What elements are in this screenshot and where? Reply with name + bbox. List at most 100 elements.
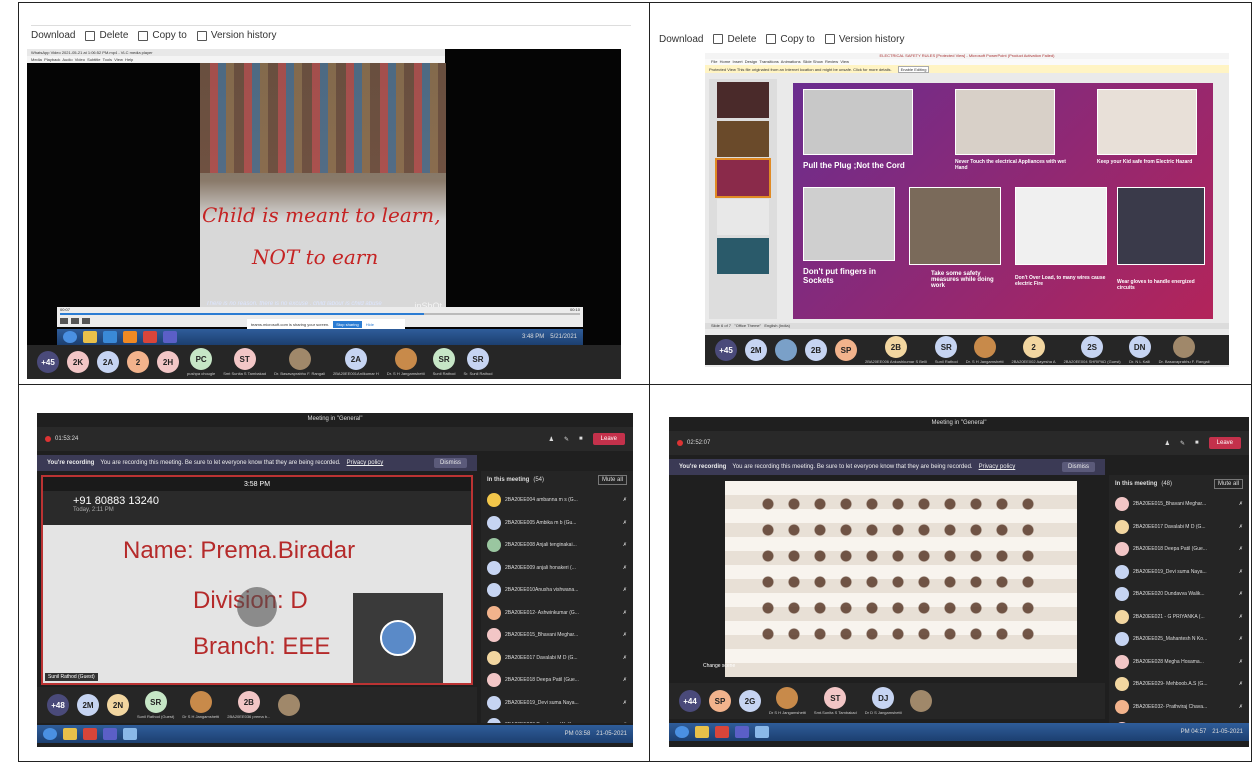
start-icon[interactable]: [675, 726, 689, 738]
participant-tile[interactable]: 2A 2BA20EE001Anilkumar H: [333, 348, 379, 376]
version-history-button[interactable]: Version history: [824, 34, 904, 45]
camera-icon[interactable]: ■: [1195, 440, 1199, 446]
participant-tile[interactable]: Dr. Basavaprabhu F. Rangali: [274, 348, 325, 376]
participant-tile[interactable]: DN Dr. N L Kalli: [1128, 336, 1151, 364]
participant-tile[interactable]: SP: [709, 690, 731, 712]
participant-row[interactable]: 2BA20EE015_Bhavani Meghar... ✗: [481, 624, 633, 647]
stop-button[interactable]: [71, 318, 79, 324]
mic-muted-icon[interactable]: ✗: [1239, 659, 1243, 665]
seek-bar[interactable]: [60, 313, 580, 315]
participant-tile[interactable]: Dr. S H Jangamshetti: [966, 336, 1004, 364]
participant-tile[interactable]: ST Smt Sunita S Tambakad: [223, 348, 266, 376]
dismiss-button[interactable]: Dismiss: [1062, 462, 1095, 472]
participant-row[interactable]: 2BA20EE021 - G PRIYANKA (... ✗: [1109, 606, 1249, 629]
mic-muted-icon[interactable]: ✗: [623, 655, 627, 661]
participant-tile[interactable]: 2: [127, 351, 149, 373]
next-button[interactable]: [82, 318, 90, 324]
enable-editing-button[interactable]: Enable Editing: [897, 65, 930, 73]
ie-icon[interactable]: [103, 331, 117, 343]
participant-tile[interactable]: 2B: [805, 339, 827, 361]
download-button[interactable]: Download: [31, 30, 75, 41]
participant-tile[interactable]: 2M: [745, 339, 767, 361]
vlc-menu[interactable]: Media Playback Audio Video Subtitle Tool…: [27, 56, 445, 63]
participant-tile[interactable]: +48: [47, 694, 69, 716]
copy-to-button[interactable]: Copy to: [766, 34, 815, 45]
chat-icon[interactable]: ✎: [1180, 440, 1185, 447]
participant-row[interactable]: 2BA20EE010Anusha vishwana... ✗: [481, 579, 633, 602]
mic-muted-icon[interactable]: ✗: [1239, 704, 1243, 710]
participant-row[interactable]: 2BA20EE020 Dundavva Walik... ✗: [481, 714, 633, 723]
participant-tile[interactable]: [775, 339, 797, 361]
participant-row[interactable]: 2BA20EE032- Prathviraj Chava... ✗: [1109, 696, 1249, 719]
mic-muted-icon[interactable]: ✗: [623, 700, 627, 706]
participant-tile[interactable]: 2B 2BA20EE036 prema b...: [227, 691, 270, 719]
participant-tile[interactable]: 2B 2BA20EE006 Ankushkumar S Belli: [865, 336, 927, 364]
delete-button[interactable]: Delete: [85, 30, 128, 41]
participant-tile[interactable]: SR Sunil Rathod (Guest): [137, 691, 174, 719]
mic-muted-icon[interactable]: ✗: [1239, 524, 1243, 530]
mic-muted-icon[interactable]: ✗: [623, 722, 627, 723]
leave-button[interactable]: Leave: [1208, 437, 1241, 449]
participant-tile[interactable]: Dr. Basavaprabhu F. Rangali: [1159, 336, 1210, 364]
dismiss-button[interactable]: Dismiss: [434, 458, 467, 468]
chrome-icon[interactable]: [715, 726, 729, 738]
mic-muted-icon[interactable]: ✗: [1239, 636, 1243, 642]
participant-row[interactable]: 2BA20EE004 ambanna m s (G... ✗: [481, 489, 633, 512]
mic-muted-icon[interactable]: ✗: [623, 610, 627, 616]
participant-tile[interactable]: [278, 694, 301, 716]
participant-tile[interactable]: PC pushpa chougle: [187, 348, 215, 376]
window-icon[interactable]: [123, 728, 137, 740]
participant-row[interactable]: 2BA20EE005 Ambika m b (Gu... ✗: [481, 512, 633, 535]
stop-sharing-button[interactable]: Stop sharing: [333, 321, 362, 328]
mic-muted-icon[interactable]: ✗: [623, 542, 627, 548]
participant-tile[interactable]: Dr S H Jangamshetti: [769, 687, 806, 715]
participant-row[interactable]: 2BA20EE025_Mahantesh N Ko... ✗: [1109, 628, 1249, 651]
participant-tile[interactable]: ST Smt.Sunita S Tambakad: [814, 687, 857, 715]
privacy-link[interactable]: Privacy policy: [347, 460, 384, 466]
participant-tile[interactable]: 2M: [77, 694, 99, 716]
play-icon[interactable]: [237, 587, 277, 627]
people-icon[interactable]: ♟: [549, 436, 554, 443]
participant-row[interactable]: 2BA20EE019_Devi suma Naya... ✗: [481, 692, 633, 715]
teams-icon[interactable]: [735, 726, 749, 738]
camera-icon[interactable]: ■: [579, 436, 583, 442]
mic-muted-icon[interactable]: ✗: [623, 520, 627, 526]
participant-row[interactable]: 2BA20EE017 Davalabi M D (G... ✗: [1109, 516, 1249, 539]
slide-thumbnails[interactable]: [709, 79, 777, 319]
people-icon[interactable]: ♟: [1165, 440, 1170, 447]
window-icon[interactable]: [755, 726, 769, 738]
explorer-icon[interactable]: [63, 728, 77, 740]
privacy-link[interactable]: Privacy policy: [979, 464, 1016, 470]
mute-all-button[interactable]: Mute all: [1213, 479, 1243, 489]
participant-tile[interactable]: +45: [715, 339, 737, 361]
participant-tile[interactable]: 2K: [67, 351, 89, 373]
version-history-button[interactable]: Version history: [196, 30, 276, 41]
teams-icon[interactable]: [163, 331, 177, 343]
mic-muted-icon[interactable]: ✗: [1239, 546, 1243, 552]
mic-muted-icon[interactable]: ✗: [1239, 501, 1243, 507]
participant-row[interactable]: 2BA20EE020 Dundavva Walik... ✗: [1109, 583, 1249, 606]
mic-muted-icon[interactable]: ✗: [1239, 681, 1243, 687]
participant-tile[interactable]: [909, 690, 932, 712]
explorer-icon[interactable]: [83, 331, 97, 343]
participant-tile[interactable]: SP: [835, 339, 857, 361]
participant-row[interactable]: 2BA20EE029- Mehboob.A.S (G... ✗: [1109, 673, 1249, 696]
vlc-icon[interactable]: [123, 331, 137, 343]
participant-row[interactable]: 2BA20EE018 Deepa Patil (Gue... ✗: [481, 669, 633, 692]
chrome-icon[interactable]: [83, 728, 97, 740]
participant-tile[interactable]: Dr. S H Jangamshetti: [387, 348, 425, 376]
participant-row[interactable]: 2BA20EE012- Ashwinkumar (G... ✗: [481, 602, 633, 625]
participant-tile[interactable]: 2 2BA20EE002 Aayesha A: [1012, 336, 1056, 364]
participant-tile[interactable]: +44: [679, 690, 701, 712]
start-icon[interactable]: [43, 728, 57, 740]
chat-icon[interactable]: ✎: [564, 436, 569, 443]
mic-muted-icon[interactable]: ✗: [623, 632, 627, 638]
explorer-icon[interactable]: [695, 726, 709, 738]
participant-tile[interactable]: 2H: [157, 351, 179, 373]
participant-tile[interactable]: DJ Dr D S Jangamshetti: [865, 687, 902, 715]
start-icon[interactable]: [63, 331, 77, 343]
delete-button[interactable]: Delete: [713, 34, 756, 45]
participant-row[interactable]: 2BA20EE019_Devi suma Naya... ✗: [1109, 561, 1249, 584]
mute-all-button[interactable]: Mute all: [597, 475, 627, 485]
teams-icon[interactable]: [103, 728, 117, 740]
